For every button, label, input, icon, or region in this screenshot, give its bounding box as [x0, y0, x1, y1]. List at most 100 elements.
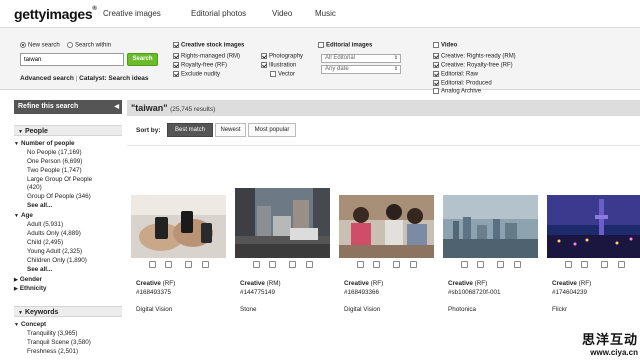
similar-icon[interactable]	[185, 261, 192, 268]
similar-icon[interactable]	[393, 261, 400, 268]
checkbox-icon[interactable]	[433, 53, 439, 59]
facet-gender[interactable]: ▶ Gender	[14, 276, 42, 283]
search-button[interactable]: Search	[127, 53, 158, 66]
filter-video-editorial-produced[interactable]: Editorial: Produced	[433, 80, 492, 87]
advanced-search-link[interactable]: Advanced search	[20, 75, 74, 82]
radio-icon[interactable]	[67, 42, 73, 48]
filter-photography[interactable]: Photography	[261, 53, 303, 60]
facet-option[interactable]: Two People (1,747)	[27, 167, 82, 174]
facet-option[interactable]: Child (2,495)	[27, 239, 63, 246]
sort-newest[interactable]: Newest	[215, 123, 246, 137]
nav-video[interactable]: Video	[272, 9, 292, 18]
similar-icon[interactable]	[289, 261, 296, 268]
facet-option[interactable]: Young Adult (2,325)	[27, 248, 82, 255]
checkbox-icon[interactable]	[173, 53, 179, 59]
filter-video-analog-archive[interactable]: Analog Archive	[433, 88, 481, 95]
see-all-link[interactable]: See all...	[27, 266, 52, 273]
facet-option[interactable]: One Person (6,699)	[27, 158, 82, 165]
card-id[interactable]: #144775149	[240, 289, 275, 296]
checkbox-icon[interactable]	[433, 71, 439, 77]
editorial-group[interactable]: Editorial images	[318, 42, 372, 49]
checkbox-icon[interactable]	[173, 71, 179, 77]
sort-most-popular[interactable]: Most popular	[248, 123, 296, 137]
card-id[interactable]: #168493375	[136, 289, 171, 296]
checkbox-icon[interactable]	[270, 71, 276, 77]
lightbox-icon[interactable]	[477, 261, 484, 268]
checkbox-icon[interactable]	[433, 62, 439, 68]
see-all-link[interactable]: See all...	[27, 202, 52, 209]
lightbox-icon[interactable]	[269, 261, 276, 268]
facet-option[interactable]: Children Only (1,890)	[27, 257, 87, 264]
facet-people-header[interactable]: ▼ People	[14, 125, 122, 136]
checkbox-icon[interactable]	[261, 53, 267, 59]
radio-icon[interactable]	[20, 42, 26, 48]
search-input[interactable]	[20, 53, 124, 66]
details-icon[interactable]	[306, 261, 313, 268]
details-icon[interactable]	[202, 261, 209, 268]
cart-icon[interactable]	[461, 261, 468, 268]
catalyst-link[interactable]: Catalyst: Search ideas	[79, 75, 148, 82]
nav-music[interactable]: Music	[315, 9, 336, 18]
filter-rights-managed[interactable]: Rights-managed (RM)	[173, 53, 240, 60]
facet-age[interactable]: ▼ Age	[14, 212, 33, 219]
facet-keywords-header[interactable]: ▼ Keywords	[14, 306, 122, 317]
facet-option[interactable]: Group Of People (346)	[27, 193, 91, 200]
filter-video-royalty-free[interactable]: Creative: Royalty-free (RF)	[433, 62, 513, 69]
facet-ethnicity[interactable]: ▶ Ethnicity	[14, 285, 46, 292]
scope-new-search[interactable]: New search	[20, 42, 60, 49]
card-collection[interactable]: Digital Vision	[136, 306, 172, 313]
facet-option[interactable]: Adults Only (4,889)	[27, 230, 81, 237]
facet-option[interactable]: No People (17,169)	[27, 149, 82, 156]
filter-video-editorial-raw[interactable]: Editorial: Raw	[433, 71, 478, 78]
result-thumbnail[interactable]	[339, 195, 434, 258]
facet-option[interactable]: Tranquility (3,965)	[27, 330, 78, 337]
card-id[interactable]: #174604239	[552, 289, 587, 296]
facet-option[interactable]: (420)	[27, 184, 42, 191]
lightbox-icon[interactable]	[165, 261, 172, 268]
scope-search-within[interactable]: Search within	[67, 42, 111, 49]
card-collection[interactable]: Flickr	[552, 306, 567, 313]
lightbox-icon[interactable]	[373, 261, 380, 268]
sort-best-match[interactable]: Best match	[167, 123, 213, 137]
similar-icon[interactable]	[601, 261, 608, 268]
checkbox-icon[interactable]	[433, 80, 439, 86]
details-icon[interactable]	[410, 261, 417, 268]
editorial-date-select[interactable]: Any date ⇕	[321, 65, 401, 74]
card-collection[interactable]: Digital Vision	[344, 306, 380, 313]
nav-editorial-photos[interactable]: Editorial photos	[191, 9, 246, 18]
facet-option[interactable]: Freshness (2,501)	[27, 348, 78, 355]
details-icon[interactable]	[618, 261, 625, 268]
editorial-type-select[interactable]: All Editorial ⇕	[321, 54, 401, 63]
nav-creative-images[interactable]: Creative images	[103, 9, 161, 18]
checkbox-icon[interactable]	[318, 42, 324, 48]
card-id[interactable]: #sb10068720f-001	[448, 289, 501, 296]
checkbox-icon[interactable]	[433, 88, 439, 94]
details-icon[interactable]	[514, 261, 521, 268]
similar-icon[interactable]	[497, 261, 504, 268]
facet-option[interactable]: Large Group Of People	[27, 176, 92, 183]
collapse-arrow-icon[interactable]: ◀	[114, 103, 119, 110]
filter-royalty-free[interactable]: Royalty-free (RF)	[173, 62, 227, 69]
lightbox-icon[interactable]	[581, 261, 588, 268]
facet-concept[interactable]: ▼ Concept	[14, 321, 46, 328]
cart-icon[interactable]	[253, 261, 260, 268]
result-thumbnail[interactable]	[131, 195, 226, 258]
checkbox-icon[interactable]	[261, 62, 267, 68]
gettyimages-logo[interactable]: gettyimages®	[14, 6, 97, 22]
card-collection[interactable]: Stone	[240, 306, 256, 313]
video-group[interactable]: Video	[433, 42, 457, 49]
card-collection[interactable]: Photonica	[448, 306, 476, 313]
facet-option[interactable]: Adult (5,931)	[27, 221, 63, 228]
checkbox-icon[interactable]	[173, 42, 179, 48]
checkbox-icon[interactable]	[433, 42, 439, 48]
cart-icon[interactable]	[357, 261, 364, 268]
facet-option[interactable]: Tranquil Scene (3,580)	[27, 339, 91, 346]
result-thumbnail[interactable]	[443, 195, 538, 258]
result-thumbnail[interactable]	[547, 195, 640, 258]
checkbox-icon[interactable]	[173, 62, 179, 68]
facet-number-of-people[interactable]: ▼ Number of people	[14, 140, 74, 147]
card-id[interactable]: #168493366	[344, 289, 379, 296]
refine-header[interactable]: Refine this search ◀	[14, 100, 122, 114]
cart-icon[interactable]	[565, 261, 572, 268]
filter-exclude-nudity[interactable]: Exclude nudity	[173, 71, 220, 78]
